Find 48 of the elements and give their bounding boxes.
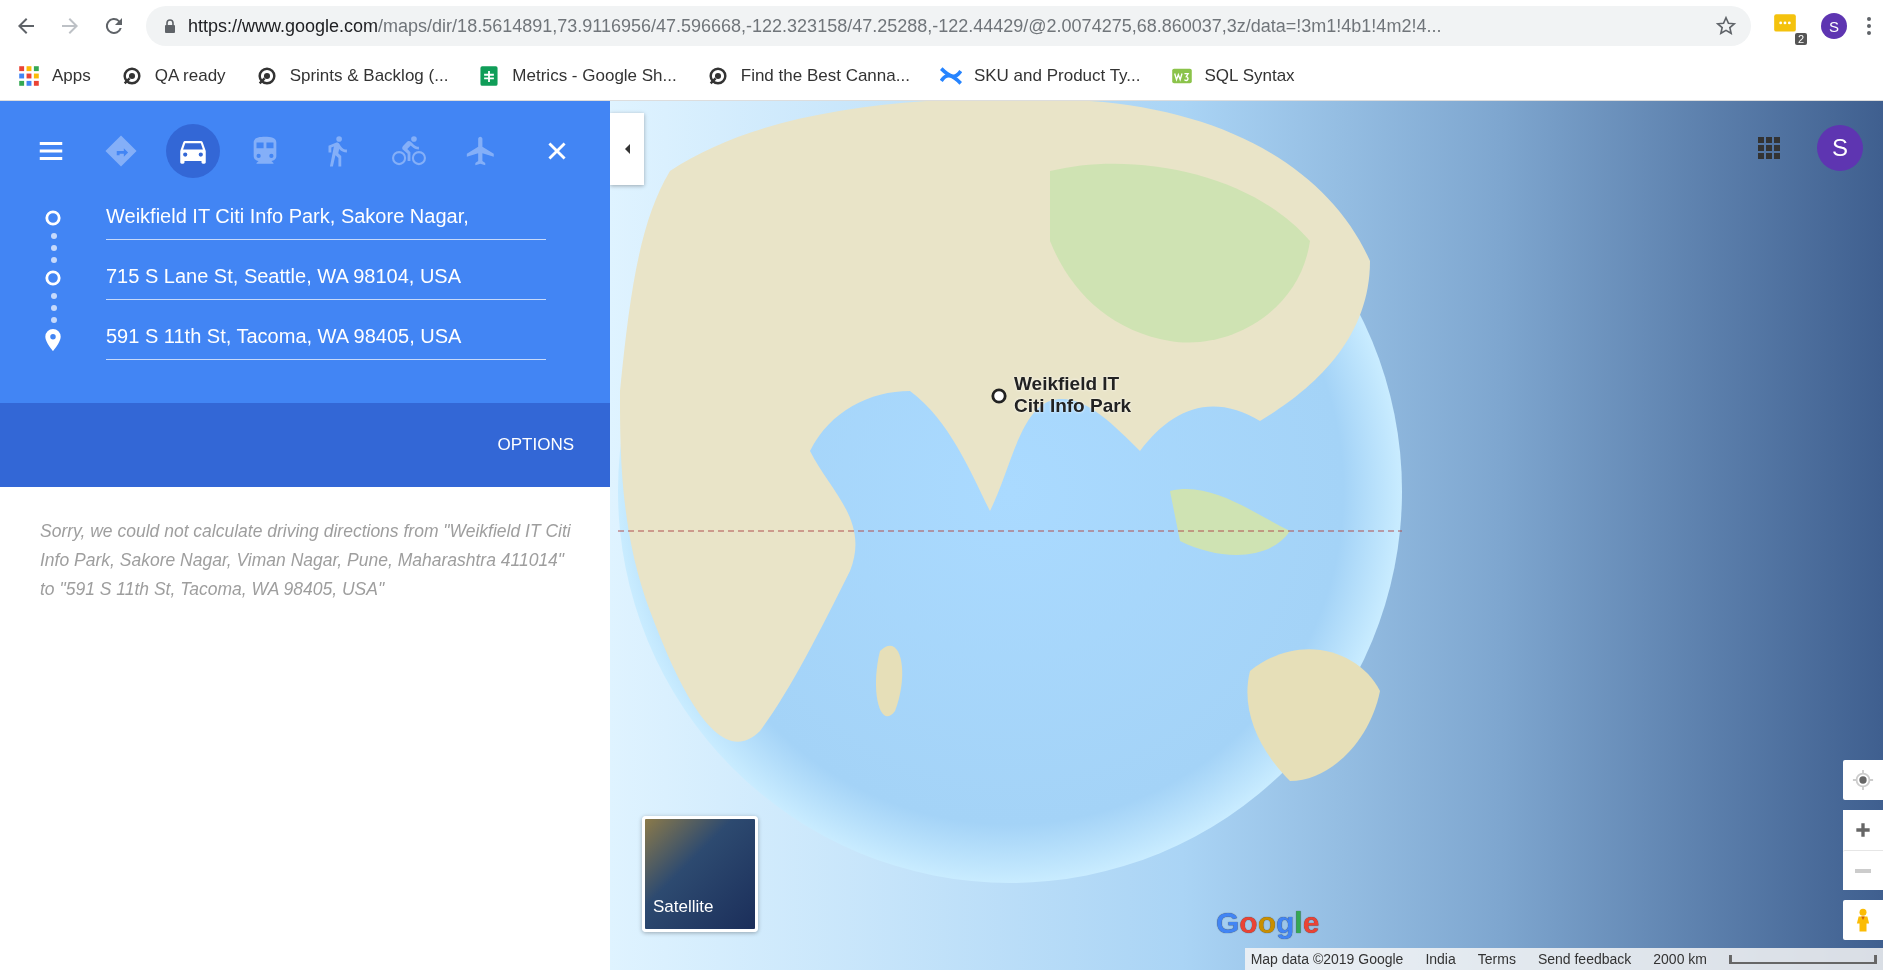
extension-badge: 2 [1794,33,1807,45]
plus-icon [1853,820,1873,840]
crosshair-icon [1852,769,1874,791]
address-field[interactable]: 591 S 11th St, Tacoma, WA 98405, USA [106,313,546,360]
profile-avatar[interactable]: S [1817,125,1863,171]
satellite-toggle-button[interactable]: Satellite [642,816,758,932]
google-logo: Google [1216,906,1320,940]
address-bar[interactable]: https://www.google.com/maps/dir/18.5614891,73.9116956/47.596668,-122.323158/47.25288,-122.44429/@2.0074275,68.860037,3z/data=!3m1!4b1!4m2!4... [146,6,1751,46]
scale-bar-icon [1729,954,1877,964]
bookmark-link[interactable]: Sprints & Backlog (... [255,65,449,87]
turn-sign-icon [104,134,138,168]
error-message: Sorry, we could not calculate driving directions from "Weikfield IT Citi Info Park, Sakore Nagar, Viman Nagar, Pune, Maharashtra 411014" to "591 S 11th St, Tacoma, WA 98405, USA" [40,520,572,601]
address-field[interactable]: Weikfield IT Citi Info Park, Sakore Nagar, [106,193,546,240]
star-icon[interactable] [1715,15,1737,37]
waypoint-circle-icon [44,209,62,227]
map-footer-link[interactable]: Map data ©2019 Google [1250,951,1404,967]
bookmark-link[interactable]: QA ready [120,65,226,87]
minus-icon [1855,868,1871,873]
more-icon[interactable] [1867,16,1871,36]
bookmark-link[interactable]: Apps [18,65,91,87]
lock-icon [164,19,176,33]
spreadsheet-icon [478,65,501,87]
options-button[interactable]: OPTIONS [497,431,574,459]
pin-icon [45,329,61,351]
caret-icon [623,143,631,155]
location-marker-icon[interactable] [990,387,1008,405]
dotted-route-icon [50,291,58,325]
waypoint-circle-icon [44,269,62,287]
map-footer-link[interactable]: Terms [1477,951,1516,967]
apps-grid-icon[interactable] [1757,136,1781,160]
map-footer-link[interactable]: Send feedback [1537,951,1632,967]
profile-avatar[interactable]: S [1821,13,1847,39]
bookmark-link[interactable]: SQL Syntax [1170,65,1295,87]
apps-grid-icon [18,65,40,87]
my-location-button[interactable] [1843,760,1883,800]
map-footer-link[interactable]: India [1425,951,1456,967]
dotted-route-icon [50,231,58,265]
bookmark-link[interactable]: Find the Best Canna... [706,65,910,87]
address-field[interactable]: 715 S Lane St, Seattle, WA 98104, USA [106,253,546,300]
car-mode-button[interactable] [166,124,220,178]
scale-label: 2000 km [1653,951,1707,967]
bookmark-link[interactable]: Metrics - Google Sh... [478,65,677,87]
bicycle-icon [392,134,426,168]
wave-logo-icon [939,65,962,87]
marker-label: Weikfield IT Citi Info Park [1014,373,1133,417]
pegman-icon [1856,907,1870,933]
bookmark-link[interactable]: SKU and Product Ty... [939,65,1141,87]
pegman-button[interactable] [1843,900,1883,940]
